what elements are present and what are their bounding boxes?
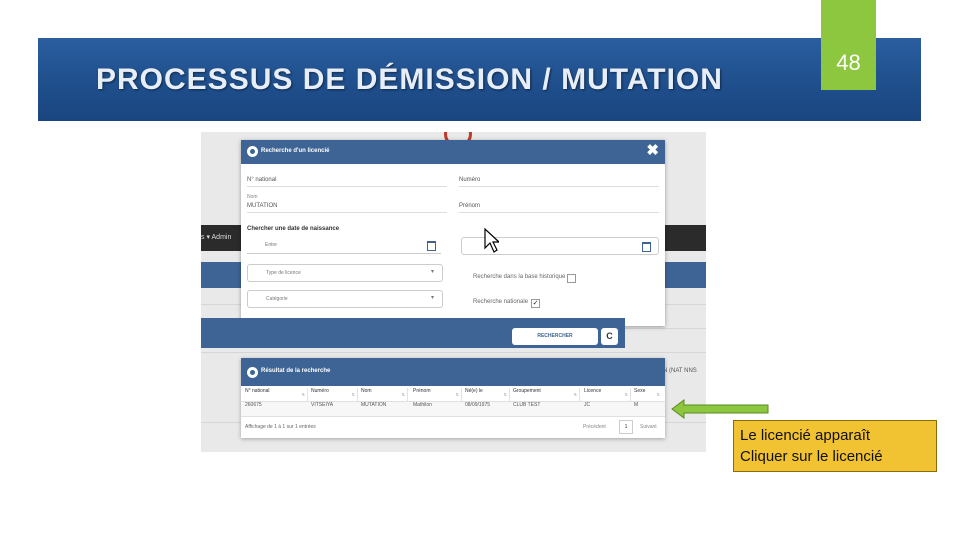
column-header-name[interactable]: Nom ⇅ <box>361 388 408 401</box>
page-number: 48 <box>836 50 861 75</box>
callout-line-1: Le licencié apparaît <box>740 427 871 444</box>
cell-sex[interactable]: M <box>634 402 638 415</box>
licence-type-select[interactable]: Type de licence ▾ <box>247 264 443 282</box>
search-modal-header: Recherche d'un licencié ✖ <box>241 140 665 164</box>
reset-button[interactable]: C <box>601 328 618 345</box>
search-modal: Recherche d'un licencié ✖ N° national Nu… <box>241 140 665 326</box>
historic-checkbox[interactable] <box>567 274 576 283</box>
slide-title: PROCESSUS DE DÉMISSION / MUTATION <box>96 63 723 96</box>
table-divider <box>241 416 665 417</box>
search-globe-icon <box>247 146 258 157</box>
pager-page-1[interactable]: 1 <box>619 420 633 434</box>
column-header-national-number[interactable]: N° national ⇅ <box>245 388 308 401</box>
mouse-cursor-icon <box>484 228 499 253</box>
historic-checkbox-label: Recherche dans la base historique <box>473 274 566 280</box>
name-field[interactable]: Nom MUTATION <box>247 194 447 213</box>
search-globe-icon <box>247 367 258 378</box>
category-value: Catégorie <box>266 296 288 302</box>
column-header-group[interactable]: Groupement ⇅ <box>513 388 580 401</box>
licence-type-value: Type de licence <box>266 270 301 276</box>
first-name-label: Prénom <box>459 203 481 209</box>
instruction-callout: Le licencié apparaît Cliquer sur le lice… <box>733 420 937 472</box>
column-header-number[interactable]: Numéro ⇅ <box>311 388 358 401</box>
cell-number[interactable]: VITSEIYA <box>311 402 333 415</box>
background-side-text: N (NAT NNS <box>663 368 697 374</box>
page-number-box: 48 <box>821 0 876 90</box>
cell-name[interactable]: MUTATION <box>361 402 386 415</box>
results-panel: Résultat de la recherche N° national ⇅ Nu… <box>241 358 665 438</box>
search-button[interactable]: RECHERCHER <box>512 328 598 345</box>
chevron-down-icon: ▾ <box>430 269 434 275</box>
date-from-input[interactable]: Entre <box>247 237 441 254</box>
name-label: Nom <box>247 194 258 200</box>
column-header-first-name[interactable]: Prénom ⇅ <box>413 388 462 401</box>
national-checkbox-label: Recherche nationale <box>473 299 529 305</box>
pager-previous[interactable]: Précédent <box>583 424 606 430</box>
first-name-field[interactable]: Prénom <box>459 200 659 213</box>
calendar-icon[interactable] <box>642 242 651 252</box>
calendar-icon[interactable] <box>427 241 436 251</box>
national-number-label: N° national <box>247 177 277 183</box>
pointer-arrow-icon <box>671 399 769 419</box>
background-row-line <box>201 352 706 353</box>
cell-group[interactable]: CLUB TEST <box>513 402 540 415</box>
cell-first-name[interactable]: Mathilon <box>413 402 432 415</box>
national-checkbox[interactable]: ✓ <box>531 299 540 308</box>
birthdate-section-label: Chercher une date de naissance <box>247 226 340 232</box>
name-value: MUTATION <box>247 203 278 209</box>
pager-next[interactable]: Suivant <box>640 424 657 430</box>
number-field[interactable]: Numéro <box>459 174 659 187</box>
pager-info: Affichage de 1 à 1 sur 1 entrées <box>245 424 316 430</box>
number-label: Numéro <box>459 177 481 183</box>
background-nav-text: s ▾ Admin <box>201 234 232 241</box>
search-modal-title: Recherche d'un licencié <box>261 148 330 154</box>
column-header-birthdate[interactable]: Né(e) le ⇅ <box>465 388 510 401</box>
cell-licence[interactable]: JC <box>584 402 590 415</box>
table-row[interactable] <box>241 402 665 416</box>
date-from-placeholder: Entre <box>265 242 277 248</box>
cell-national-number[interactable]: 260675 <box>245 402 262 415</box>
column-header-sex[interactable]: Sexe ⇅ <box>634 388 662 401</box>
cell-birthdate[interactable]: 08/09/1975 <box>465 402 490 415</box>
close-icon[interactable]: ✖ <box>646 143 659 159</box>
embedded-screenshot: s ▾ Admin N (NAT NNS Recherche d'un lice… <box>201 132 706 452</box>
results-title: Résultat de la recherche <box>261 368 331 374</box>
column-header-licence[interactable]: Licence ⇅ <box>584 388 631 401</box>
chevron-down-icon: ▾ <box>430 295 434 301</box>
category-select[interactable]: Catégorie ▾ <box>247 290 443 308</box>
results-header: Résultat de la recherche <box>241 358 665 386</box>
callout-line-2: Cliquer sur le licencié <box>740 448 883 465</box>
national-number-field[interactable]: N° national <box>247 174 447 187</box>
